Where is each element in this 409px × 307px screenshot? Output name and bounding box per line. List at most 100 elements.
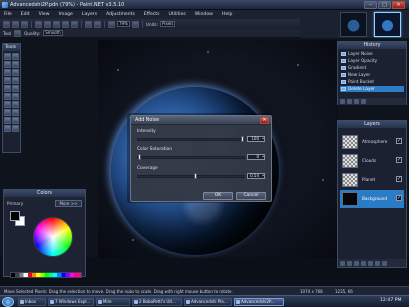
magic-wand-icon[interactable] <box>12 69 19 76</box>
duplicate-layer-icon[interactable] <box>354 260 359 266</box>
layer-row[interactable]: Planet ✓ <box>340 171 404 189</box>
ellipse-select-icon[interactable] <box>12 61 19 68</box>
move-layer-up-icon[interactable] <box>368 260 373 266</box>
layer-visibility-checkbox[interactable]: ✓ <box>396 138 402 144</box>
color-picker-icon[interactable] <box>4 125 11 132</box>
menu-effects[interactable]: Effects <box>144 12 160 17</box>
open-file-icon[interactable] <box>12 20 19 28</box>
dialog-close-button[interactable]: ✕ <box>260 117 269 124</box>
menu-view[interactable]: View <box>39 12 50 17</box>
ok-button[interactable]: OK <box>203 192 233 200</box>
layer-row[interactable]: Clouds ✓ <box>340 152 404 170</box>
menu-layers[interactable]: Layers <box>82 12 97 17</box>
move-layer-down-icon[interactable] <box>375 260 380 266</box>
menu-image[interactable]: Image <box>59 12 73 17</box>
menu-file[interactable]: File <box>4 12 12 17</box>
zoom-field[interactable]: 79% <box>117 21 130 27</box>
image-thumbnail[interactable] <box>340 12 367 37</box>
taskbar-item[interactable]: 7 Windows Expl... <box>48 298 94 306</box>
rectangle-select-icon[interactable] <box>4 53 11 60</box>
crop-icon[interactable] <box>62 20 69 28</box>
menu-window[interactable]: Window <box>195 12 213 17</box>
paintbrush-icon[interactable] <box>4 85 11 92</box>
new-file-icon[interactable] <box>3 20 10 28</box>
copy-icon[interactable] <box>44 20 51 28</box>
taskbar-item-active[interactable]: Advancedshi2P... <box>234 298 284 306</box>
minimize-button[interactable]: – <box>364 1 377 9</box>
history-item[interactable]: Gradient <box>340 65 404 71</box>
deselect-icon[interactable] <box>71 20 78 28</box>
color-saturation-slider-thumb[interactable] <box>138 154 141 160</box>
move-selection-icon[interactable] <box>12 53 19 60</box>
menu-utilities[interactable]: Utilities <box>169 12 186 17</box>
freeform-icon[interactable] <box>12 117 19 124</box>
coverage-spinbox[interactable]: 0.54 <box>247 173 265 179</box>
grid-icon[interactable] <box>108 20 115 28</box>
units-select[interactable]: Pixels <box>160 21 176 27</box>
zoom-icon[interactable] <box>4 69 11 76</box>
intensity-slider[interactable] <box>137 136 245 142</box>
coverage-slider[interactable] <box>137 173 245 179</box>
layer-properties-icon[interactable] <box>382 260 387 266</box>
text-icon[interactable] <box>12 101 19 108</box>
history-item[interactable]: New Layer <box>340 72 404 78</box>
color-wheel[interactable] <box>33 217 73 257</box>
start-button[interactable] <box>2 297 14 307</box>
ellipse-icon[interactable] <box>4 117 11 124</box>
zoom-in-icon[interactable] <box>131 20 139 28</box>
layer-row-selected[interactable]: Background ✓ <box>340 190 404 208</box>
eraser-icon[interactable] <box>12 85 19 92</box>
close-button[interactable]: ✕ <box>392 1 405 9</box>
pencil-icon[interactable] <box>4 93 11 100</box>
history-item[interactable]: Paint Bucket <box>340 79 404 85</box>
layer-visibility-checkbox[interactable]: ✓ <box>396 157 402 163</box>
history-item-selected[interactable]: Delete Layer <box>340 86 404 92</box>
delete-layer-icon[interactable] <box>347 260 352 266</box>
intensity-spinbox[interactable]: 100 <box>247 136 265 142</box>
paste-icon[interactable] <box>53 20 60 28</box>
quality-select[interactable]: Smooth <box>43 30 63 36</box>
layer-visibility-checkbox[interactable]: ✓ <box>396 195 402 201</box>
rewind-icon[interactable] <box>340 99 345 104</box>
layer-row[interactable]: Atmosphere ✓ <box>340 133 404 151</box>
rounded-rectangle-icon[interactable] <box>12 125 19 132</box>
taskbar-item[interactable]: Advancedshi Pla... <box>184 298 232 306</box>
rectangle-icon[interactable] <box>12 109 19 116</box>
cut-icon[interactable] <box>35 20 42 28</box>
redo-icon[interactable] <box>354 99 359 104</box>
merge-layer-icon[interactable] <box>361 260 366 266</box>
color-saturation-slider[interactable] <box>137 154 245 160</box>
menu-edit[interactable]: Edit <box>21 12 30 17</box>
primary-color-swatch[interactable] <box>10 211 20 221</box>
image-thumbnail-active[interactable] <box>374 12 401 37</box>
redo-icon[interactable] <box>94 20 101 28</box>
color-palette[interactable] <box>10 272 82 278</box>
add-layer-icon[interactable] <box>340 260 345 266</box>
lasso-select-icon[interactable] <box>4 61 11 68</box>
taskbar-item[interactable]: Mire <box>96 298 130 306</box>
save-icon[interactable] <box>21 20 28 28</box>
intensity-slider-thumb[interactable] <box>241 136 244 142</box>
fast-forward-icon[interactable] <box>361 99 366 104</box>
more-colors-button[interactable]: More >> <box>55 200 82 207</box>
recolor-icon[interactable] <box>4 101 11 108</box>
paint-bucket-icon[interactable] <box>4 77 11 84</box>
clone-stamp-icon[interactable] <box>12 93 19 100</box>
line-icon[interactable] <box>4 109 11 116</box>
cancel-button[interactable]: Cancel <box>236 192 266 200</box>
taskbar-item[interactable]: Inbox <box>18 298 46 306</box>
menu-adjustments[interactable]: Adjustments <box>106 12 135 17</box>
coverage-slider-thumb[interactable] <box>193 173 197 179</box>
color-mode-select[interactable]: Primary <box>7 201 23 206</box>
taskbar-item[interactable]: 2 BobaPetti's Ult... <box>132 298 182 306</box>
undo-icon[interactable] <box>85 20 92 28</box>
history-item[interactable]: Layer Noise <box>340 51 404 57</box>
gradient-icon[interactable] <box>12 77 19 84</box>
color-saturation-spinbox[interactable]: 0 <box>247 154 265 160</box>
move-tool-icon[interactable] <box>14 29 22 37</box>
undo-icon[interactable] <box>347 99 352 104</box>
layer-visibility-checkbox[interactable]: ✓ <box>396 176 402 182</box>
history-item[interactable]: Layer Opacity <box>340 58 404 64</box>
menu-help[interactable]: Help <box>222 12 232 17</box>
maximize-button[interactable]: □ <box>378 1 391 9</box>
